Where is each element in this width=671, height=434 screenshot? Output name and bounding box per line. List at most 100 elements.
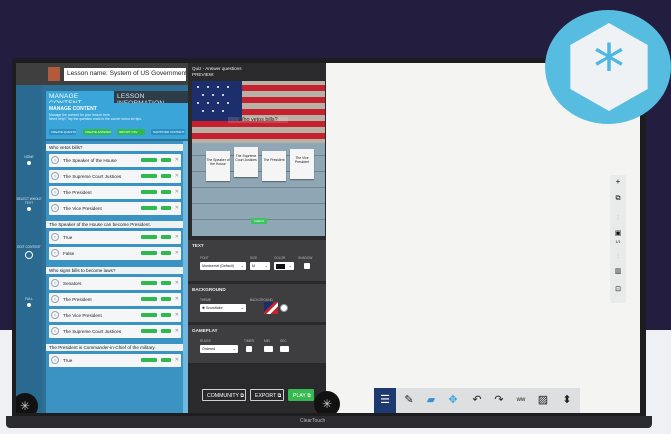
correct-toggle[interactable] (141, 158, 157, 162)
answer-row[interactable]: ○ True ✕ (49, 231, 181, 244)
sort-find-content-button[interactable]: SORT/FIND CONTENT (151, 129, 185, 135)
preview-check-button[interactable]: CHECK (251, 218, 267, 224)
close-icon[interactable]: ✕ (175, 250, 179, 256)
close-icon[interactable]: ✕ (175, 312, 179, 318)
edit-toggle[interactable] (161, 158, 171, 162)
text-icon[interactable]: ww (510, 388, 532, 413)
sec-input[interactable] (280, 346, 289, 352)
timer-checkbox[interactable] (246, 346, 252, 352)
wood-grain (192, 187, 325, 188)
duplicate-icon[interactable]: ⧉ (610, 195, 626, 203)
edit-toggle[interactable] (161, 235, 171, 239)
close-icon[interactable]: ✕ (175, 280, 179, 286)
menu-icon[interactable]: ☰ (374, 388, 396, 413)
create-question-button[interactable]: CREATE QUESTION (49, 129, 76, 135)
preview-answer-card[interactable]: The Supreme Court Justices (234, 147, 258, 177)
create-answer-button[interactable]: CREATE ANSWER (83, 129, 111, 135)
size-select[interactable]: M ⌄ (250, 262, 270, 270)
close-icon[interactable]: ✕ (175, 357, 179, 363)
close-icon[interactable]: ✕ (175, 328, 179, 334)
color-select[interactable]: ⌄ (274, 262, 294, 270)
edit-toggle[interactable] (161, 251, 171, 255)
radio-dot-icon (27, 303, 31, 307)
pages-icon[interactable]: ▣ (610, 229, 626, 237)
lesson-thumbnail[interactable] (48, 67, 60, 81)
tab-manage-content[interactable]: MANAGE CONTENT (46, 91, 114, 107)
edit-toggle[interactable] (161, 174, 171, 178)
edit-toggle[interactable] (161, 297, 171, 301)
answer-row[interactable]: ○ Senators ✕ (49, 277, 181, 290)
correct-toggle[interactable] (141, 235, 157, 239)
correct-toggle[interactable] (141, 329, 157, 333)
size-label: SIZE (250, 256, 258, 260)
redo-icon[interactable]: ↷ (488, 388, 510, 413)
rail-item-select-whole-text[interactable]: SELECT WHOLE TEXT (16, 197, 42, 211)
background-picker-icon[interactable] (280, 304, 288, 312)
export-button[interactable]: EXPORT ⧉ (250, 389, 284, 401)
rail-item-full[interactable]: FULL (16, 297, 42, 307)
edit-toggle[interactable] (161, 358, 171, 362)
question-header[interactable]: Who signs bills to become laws? (46, 267, 183, 274)
answer-row[interactable]: ○ The President ✕ (49, 293, 181, 306)
star-icon (207, 86, 209, 88)
app-corner-logo-center[interactable]: ✳ (314, 391, 340, 413)
correct-toggle[interactable] (141, 251, 157, 255)
eraser-icon[interactable]: ▰ (420, 388, 442, 413)
edit-toggle[interactable] (161, 313, 171, 317)
play-button[interactable]: PLAY ⧉ (288, 389, 314, 401)
close-icon[interactable]: ✕ (175, 296, 179, 302)
delete-icon[interactable]: ▥ (610, 267, 626, 275)
question-header[interactable]: Who vetos bills? (46, 144, 183, 151)
fit-icon[interactable]: ⊡ (610, 285, 626, 293)
game-preview[interactable]: Who vetos bills? The Speaker of the Hous… (192, 81, 325, 236)
edit-toggle[interactable] (161, 329, 171, 333)
close-icon[interactable]: ✕ (175, 189, 179, 195)
correct-toggle[interactable] (141, 281, 157, 285)
answer-row[interactable]: ○ False ✕ (49, 247, 181, 260)
font-select[interactable]: Montserrat (Default) ⌄ (200, 262, 246, 270)
edit-toggle[interactable] (161, 190, 171, 194)
edit-toggle[interactable] (161, 281, 171, 285)
undo-icon[interactable]: ↶ (466, 388, 488, 413)
correct-toggle[interactable] (141, 174, 157, 178)
shadow-checkbox[interactable] (304, 263, 310, 269)
rail-item-none[interactable]: NONE (16, 155, 42, 165)
answer-status-icon: ○ (51, 249, 59, 257)
lesson-name-field[interactable]: Lesson name: System of US Government (64, 68, 186, 81)
preview-answer-card[interactable]: The Vice President (290, 149, 314, 179)
question-header[interactable]: The President is Commander-in-Chief of t… (46, 344, 183, 351)
min-input[interactable] (264, 346, 273, 352)
move-icon[interactable]: ✥ (442, 388, 464, 413)
tab-lesson-information[interactable]: LESSON INFORMATION (114, 91, 188, 107)
answer-row[interactable]: ○ The President ✕ (49, 186, 181, 199)
preview-answer-card[interactable]: The Speaker of the House (206, 151, 230, 181)
close-icon[interactable]: ✕ (175, 205, 179, 211)
zoom-in-icon[interactable]: + (610, 177, 626, 186)
theme-select[interactable]: ✱ Snowflake ⌄ (200, 304, 246, 312)
correct-toggle[interactable] (141, 190, 157, 194)
question-header[interactable]: The Speaker of the House can become Pres… (46, 221, 183, 228)
answer-row[interactable]: ○ The Supreme Court Justices ✕ (49, 325, 181, 338)
correct-toggle[interactable] (141, 297, 157, 301)
pen-icon[interactable]: ✎ (398, 388, 420, 413)
answer-row[interactable]: ○ The Speaker of the House ✕ (49, 154, 181, 167)
close-icon[interactable]: ✕ (175, 157, 179, 163)
correct-toggle[interactable] (141, 358, 157, 362)
answer-row[interactable]: ○ True ✕ (49, 354, 181, 367)
close-icon[interactable]: ✕ (175, 234, 179, 240)
preview-answer-card[interactable]: The President (262, 151, 286, 181)
background-thumbnail[interactable] (264, 302, 278, 314)
answer-row[interactable]: ○ The Vice President ✕ (49, 202, 181, 215)
close-icon[interactable]: ✕ (175, 173, 179, 179)
rail-item-edit-content[interactable]: EDIT CONTENT (16, 245, 42, 259)
stamp-icon[interactable]: ⬍ (556, 388, 578, 413)
import-csv-button[interactable]: IMPORT CSV (117, 129, 145, 135)
image-icon[interactable]: ▨ (532, 388, 554, 413)
correct-toggle[interactable] (141, 206, 157, 210)
answer-row[interactable]: ○ The Vice President ✕ (49, 309, 181, 322)
community-button[interactable]: COMMUNITY ⧉ (202, 389, 246, 401)
answer-row[interactable]: ○ The Supreme Court Justices ✕ (49, 170, 181, 183)
edit-toggle[interactable] (161, 206, 171, 210)
correct-toggle[interactable] (141, 313, 157, 317)
rules-select[interactable]: Ordered ⌄ (200, 345, 238, 353)
